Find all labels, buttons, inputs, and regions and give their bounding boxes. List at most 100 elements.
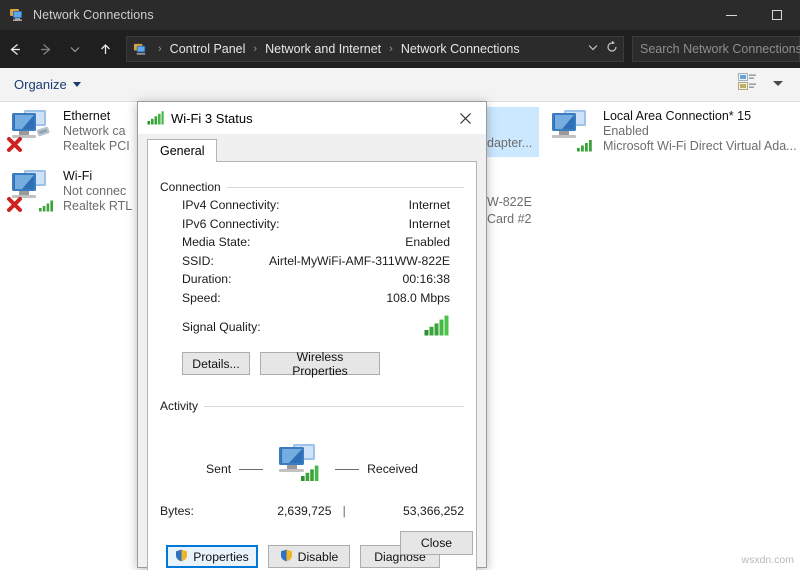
row-key: Duration: (182, 272, 232, 286)
row-key: Media State: (182, 235, 251, 249)
obscured-adapter-tail: dapter... (487, 136, 533, 150)
maximize-button[interactable] (754, 0, 800, 30)
minimize-button[interactable] (708, 0, 754, 30)
window-controls (708, 0, 800, 30)
window-titlebar: Network Connections (0, 0, 800, 30)
table-row: IPv4 Connectivity: Internet (160, 198, 464, 217)
network-connections-icon (9, 7, 25, 23)
bytes-received-value: 53,366,252 (402, 504, 464, 518)
details-button[interactable]: Details... (182, 352, 250, 375)
connection-group-label: Connection (160, 180, 227, 194)
connection-name: Ethernet (63, 109, 111, 123)
tab-panel-general: Connection IPv4 Connectivity: Internet I… (147, 161, 477, 570)
chevron-down-icon (72, 82, 81, 87)
close-button[interactable]: Close (400, 531, 473, 555)
view-options-icon[interactable] (738, 73, 760, 96)
dialog-tabs: General (147, 139, 218, 162)
connection-name: Local Area Connection* 15 (603, 109, 752, 123)
explorer-window: Network Connections › Control Panel › Ne… (0, 0, 800, 570)
signal-quality-row: Signal Quality: (160, 314, 464, 340)
bytes-row: Bytes: 2,639,725 | 53,366,252 (160, 504, 464, 518)
row-value: Enabled (405, 235, 450, 249)
view-dropdown-icon[interactable] (770, 76, 786, 94)
connection-status: Not connec (63, 184, 127, 198)
dialog-title: Wi-Fi 3 Status (171, 110, 253, 126)
network-adapter-disconnected-icon (7, 107, 54, 153)
watermark: wsxdn.com (741, 554, 794, 566)
back-icon[interactable] (0, 34, 30, 64)
sent-connector (239, 468, 264, 470)
group-divider (160, 406, 464, 407)
row-key: IPv6 Connectivity: (182, 216, 280, 231)
breadcrumb-item-network-and-internet[interactable]: Network and Internet (263, 42, 383, 56)
connection-status: Enabled (603, 124, 649, 138)
chevron-down-icon[interactable] (586, 40, 600, 59)
command-toolbar: Organize (0, 68, 800, 102)
signal-bars-icon (577, 140, 592, 152)
breadcrumb-separator-0: › (158, 43, 162, 55)
connection-adapter: Realtek RTL (63, 199, 133, 213)
breadcrumb-item-control-panel[interactable]: Control Panel (168, 42, 248, 56)
table-row: Media State: Enabled (160, 235, 464, 254)
signal-bars-icon (424, 315, 450, 339)
up-icon[interactable] (90, 34, 120, 64)
bytes-sent-value: 2,639,725 (277, 504, 332, 518)
table-row: Duration: 00:16:38 (160, 272, 464, 291)
activity-group-label: Activity (160, 399, 205, 413)
organize-label: Organize (14, 77, 67, 92)
wifi-status-dialog: Wi-Fi 3 Status General Connection IPv4 C… (137, 101, 487, 570)
wireless-properties-button[interactable]: Wireless Properties (260, 350, 380, 378)
row-value: Airtel-MyWiFi-AMF-311WW-822E (268, 253, 450, 268)
row-value: Internet (408, 216, 450, 231)
breadcrumb-separator-2: › (389, 43, 393, 55)
dialog-footer: Close (138, 523, 486, 567)
list-item[interactable]: Local Area Connection* 15 Enabled Micros… (548, 107, 798, 153)
obscured-ssid-tail: W-822E (487, 195, 532, 209)
row-key: IPv4 Connectivity: (182, 198, 280, 212)
network-activity-icon (271, 444, 327, 492)
network-adapter-disconnected-icon (7, 167, 54, 213)
received-connector (335, 468, 360, 470)
breadcrumb[interactable]: › Control Panel › Network and Internet ›… (126, 36, 624, 62)
wifi-signal-icon (147, 111, 164, 125)
received-label: Received (367, 462, 418, 476)
breadcrumb-root-icon (133, 42, 148, 57)
dialog-body: General Connection IPv4 Connectivity: In… (138, 134, 486, 570)
connection-buttons: Details... Wireless Properties (182, 350, 380, 378)
connection-name: Wi-Fi (63, 169, 93, 183)
table-row: IPv6 Connectivity: Internet (160, 217, 464, 236)
tab-general[interactable]: General (147, 139, 218, 162)
search-input[interactable]: Search Network Connections (632, 36, 800, 62)
signal-bars-icon (39, 200, 53, 212)
signal-quality-label: Signal Quality: (182, 320, 261, 334)
network-adapter-enabled-icon (548, 107, 594, 153)
sent-label: Sent (206, 462, 232, 476)
bytes-label: Bytes: (160, 504, 194, 518)
window-title: Network Connections (33, 8, 154, 22)
connection-status: Network ca (63, 124, 126, 138)
breadcrumb-item-network-connections[interactable]: Network Connections (399, 42, 522, 56)
connection-adapter: Microsoft Wi-Fi Direct Virtual Ada... (603, 139, 797, 153)
list-item[interactable]: Wi-Fi Not connec Realtek RTL (7, 167, 136, 213)
obscured-card-tail: Card #2 (487, 212, 532, 226)
search-placeholder: Search Network Connections (640, 42, 800, 56)
table-row: Speed: 108.0 Mbps (160, 291, 464, 310)
obscured-selected-item-highlight[interactable]: dapter... (487, 107, 539, 157)
bytes-separator: | (342, 504, 346, 518)
dialog-titlebar: Wi-Fi 3 Status (138, 102, 486, 134)
connection-adapter: Realtek PCI (63, 139, 130, 153)
organize-button[interactable]: Organize (14, 77, 81, 92)
row-key: Speed: (182, 290, 221, 305)
row-value: 00:16:38 (402, 272, 450, 286)
connection-rows: IPv4 Connectivity: Internet IPv6 Connect… (160, 198, 464, 340)
navigation-bar: › Control Panel › Network and Internet ›… (0, 30, 800, 68)
row-value: Internet (408, 198, 450, 212)
forward-icon[interactable] (30, 34, 60, 64)
row-value: 108.0 Mbps (386, 290, 450, 305)
activity-content: Sent Received Bytes: 2,639,725 | 53,366,… (160, 424, 464, 518)
list-item[interactable]: Ethernet Network ca Realtek PCI (7, 107, 136, 153)
refresh-icon[interactable] (605, 40, 619, 59)
close-icon[interactable] (444, 102, 486, 134)
recent-locations-icon[interactable] (60, 34, 90, 64)
breadcrumb-separator-1: › (253, 43, 258, 55)
